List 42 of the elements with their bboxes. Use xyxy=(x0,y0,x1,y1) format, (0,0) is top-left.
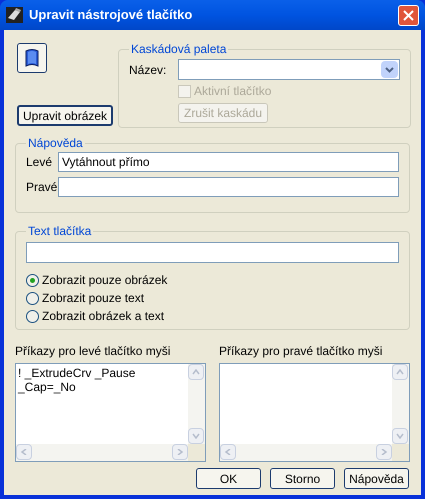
text-field[interactable] xyxy=(58,177,399,197)
radio-option[interactable]: Zobrazit pouze obrázek xyxy=(26,271,399,289)
command-line: ! _ExtrudeCrv _Pause xyxy=(18,366,136,380)
scroll-left-button[interactable] xyxy=(220,444,236,460)
scroll-down-button[interactable] xyxy=(188,428,204,444)
window-title: Upravit nástrojové tlačítko xyxy=(29,6,194,24)
scroll-down-button[interactable] xyxy=(392,428,408,444)
field-label: Levé xyxy=(26,154,54,171)
radio-button[interactable] xyxy=(26,274,39,286)
commands-text-area[interactable]: ! _ExtrudeCrv _Pause _Cap=_No xyxy=(15,363,206,462)
radio-button[interactable] xyxy=(26,292,39,304)
scrollbar-corner xyxy=(392,444,409,461)
commands-text-area[interactable] xyxy=(219,363,410,462)
field-label: Název: xyxy=(129,62,168,78)
command-line: _Cap=_No xyxy=(18,380,77,394)
radio-option[interactable]: Zobrazit pouze text xyxy=(26,289,399,307)
radio-option[interactable]: Zobrazit obrázek a text xyxy=(26,307,399,325)
image-preview-button[interactable] xyxy=(17,43,47,73)
dialog-button[interactable]: Storno xyxy=(270,468,335,489)
close-button[interactable] xyxy=(398,4,419,26)
dialog-button[interactable]: OK xyxy=(196,468,261,489)
scroll-right-button[interactable] xyxy=(172,444,188,460)
scroll-left-button[interactable] xyxy=(16,444,32,460)
text-field[interactable]: Vytáhnout přímo xyxy=(58,152,399,172)
scroll-right-button[interactable] xyxy=(376,444,392,460)
commands-label: Příkazy pro pravé tlačítko myši xyxy=(219,343,384,360)
scroll-up-button[interactable] xyxy=(392,364,408,380)
group-title: Text tlačítka xyxy=(27,223,92,240)
group-title: Kaskádová paleta xyxy=(130,41,228,58)
radio-button[interactable] xyxy=(26,310,39,322)
edit-image-button[interactable]: Upravit obrázek xyxy=(17,105,114,126)
commands-label: Příkazy pro levé tlačítko myši xyxy=(15,343,172,360)
close-icon xyxy=(403,10,414,20)
field-label: Pravé xyxy=(26,179,58,196)
scroll-up-button[interactable] xyxy=(188,364,204,380)
name-dropdown[interactable] xyxy=(178,59,400,80)
dialog-button[interactable]: Nápověda xyxy=(344,468,409,489)
group-title: Nápověda xyxy=(27,135,84,152)
text-field[interactable] xyxy=(26,242,399,263)
scrollbar-corner xyxy=(188,444,205,461)
tool-icon xyxy=(6,7,23,23)
cylinder-icon xyxy=(25,48,39,68)
